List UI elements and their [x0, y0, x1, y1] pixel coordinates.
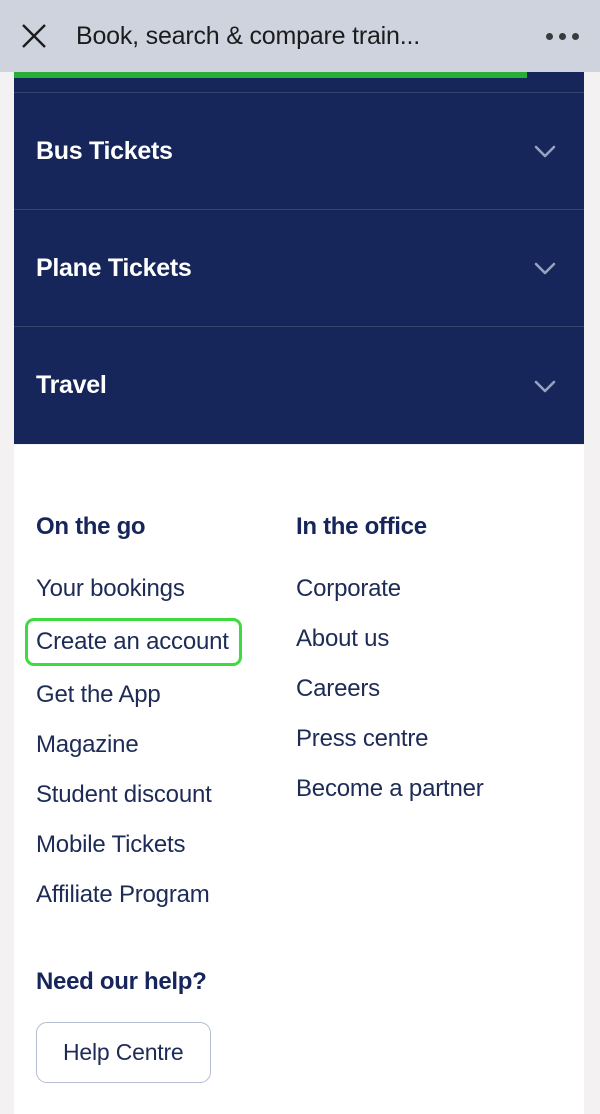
chevron-down-icon: [528, 369, 562, 403]
footer-link-create-an-account[interactable]: Create an account: [25, 618, 242, 666]
navigation-accordion: Bus Tickets Plane Tickets Travel: [14, 78, 584, 444]
footer-column-on-the-go: On the go Your bookings Create an accoun…: [25, 513, 286, 924]
chevron-down-icon: [528, 251, 562, 285]
footer-link-about-us[interactable]: About us: [296, 618, 566, 660]
accordion-item-bus-tickets[interactable]: Bus Tickets: [14, 93, 584, 210]
footer-link-your-bookings[interactable]: Your bookings: [36, 568, 286, 610]
footer-column-heading: In the office: [296, 513, 427, 540]
footer-link-student-discount[interactable]: Student discount: [36, 774, 286, 816]
footer-link-press-centre[interactable]: Press centre: [296, 718, 566, 760]
help-section: Need our help? Help Centre: [36, 968, 436, 1083]
accordion-item-label: Bus Tickets: [36, 136, 173, 165]
footer-link-corporate[interactable]: Corporate: [296, 568, 566, 610]
accordion-item-label: Plane Tickets: [36, 253, 192, 282]
browser-chrome-bar: Book, search & compare train...: [0, 0, 600, 72]
footer-column-heading: On the go: [36, 513, 146, 540]
footer-link-affiliate-program[interactable]: Affiliate Program: [36, 874, 286, 916]
help-section-heading: Need our help?: [36, 968, 207, 995]
more-horizontal-icon: [558, 32, 566, 40]
chevron-down-icon: [528, 134, 562, 168]
accordion-item-label: Travel: [36, 371, 107, 399]
page-title: Book, search & compare train...: [76, 21, 420, 50]
help-centre-button[interactable]: Help Centre: [36, 1022, 211, 1083]
app-root: Book, search & compare train... Bus Tick…: [0, 0, 600, 1114]
accordion-row-partial: [14, 78, 584, 93]
accordion-item-plane-tickets[interactable]: Plane Tickets: [14, 210, 584, 327]
accordion-item-travel[interactable]: Travel: [14, 327, 584, 444]
more-horizontal-icon: [571, 32, 579, 40]
footer-column-in-the-office: In the office Corporate About us Careers…: [296, 513, 566, 818]
close-button[interactable]: [0, 0, 68, 72]
footer-content: On the go Your bookings Create an accoun…: [14, 445, 584, 1114]
more-horizontal-icon: [545, 32, 553, 40]
footer-link-magazine[interactable]: Magazine: [36, 724, 286, 766]
close-x-icon: [19, 21, 49, 51]
footer-link-get-the-app[interactable]: Get the App: [36, 674, 286, 716]
footer-link-become-a-partner[interactable]: Become a partner: [296, 768, 566, 810]
overflow-menu-button[interactable]: [524, 0, 600, 72]
footer-link-careers[interactable]: Careers: [296, 668, 566, 710]
footer-link-mobile-tickets[interactable]: Mobile Tickets: [36, 824, 286, 866]
